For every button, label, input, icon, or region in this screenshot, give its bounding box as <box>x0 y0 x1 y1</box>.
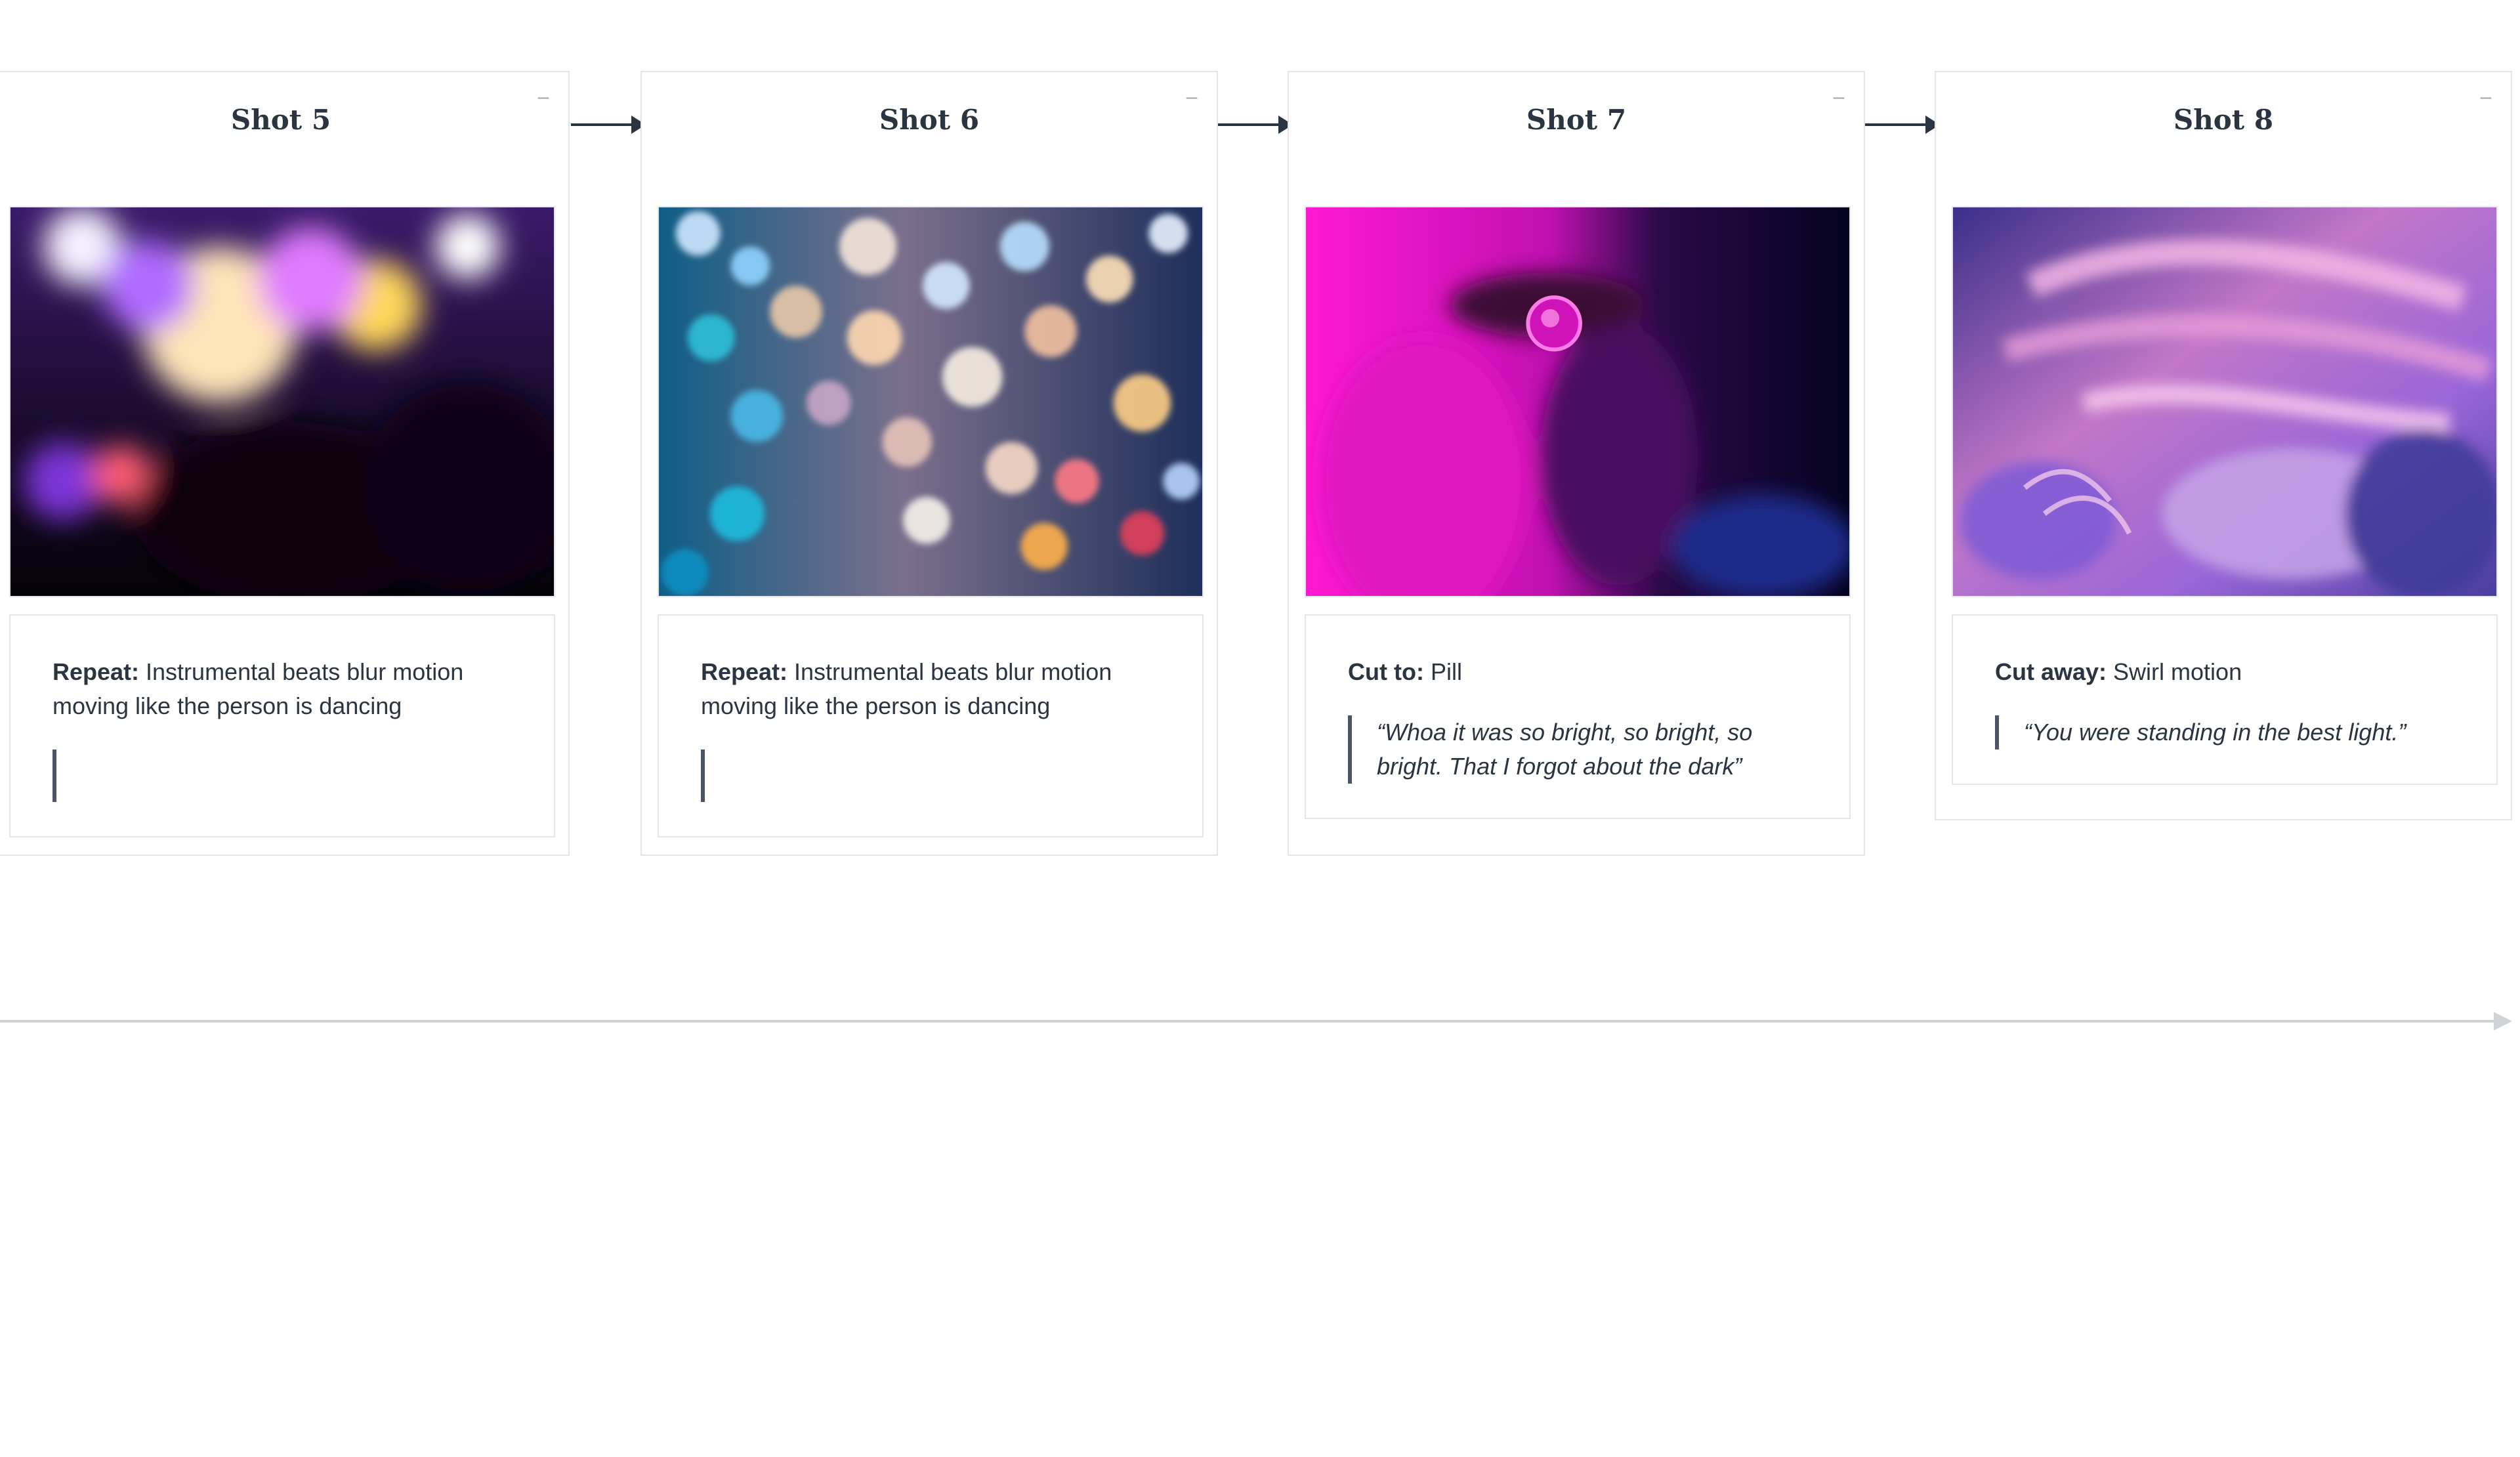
storyboard-canvas: Shot 5 – Repeat: Instrumental beats blur… <box>0 0 2520 1457</box>
dialogue-quote[interactable]: “You were standing in the best light.” <box>1995 715 2454 750</box>
dialogue-quote[interactable] <box>701 750 1160 802</box>
shot-title: Shot 6 <box>879 104 980 136</box>
sequence-arrow <box>571 116 646 134</box>
note-text: Repeat: Instrumental beats blur motion m… <box>701 655 1160 723</box>
note-body: Swirl motion <box>2107 658 2242 685</box>
shot-note[interactable]: Repeat: Instrumental beats blur motion m… <box>658 614 1204 837</box>
shot-note[interactable]: Cut to: Pill “Whoa it was so bright, so … <box>1305 614 1851 819</box>
shot-card-7[interactable]: Shot 7 – Cut to: Pill “Whoa it was so br… <box>1288 71 1865 856</box>
note-label: Repeat: <box>52 658 140 685</box>
note-text: Cut away: Swirl motion <box>1995 655 2454 689</box>
note-body: Pill <box>1423 658 1462 685</box>
sequence-arrow <box>1865 116 1940 134</box>
shot-title: Shot 7 <box>1526 104 1627 136</box>
shot-card-5[interactable]: Shot 5 – Repeat: Instrumental beats blur… <box>0 71 570 856</box>
note-label: Cut away: <box>1995 658 2107 685</box>
colorful-bokeh-image <box>658 206 1204 597</box>
collapse-icon[interactable]: – <box>534 87 553 107</box>
collapse-icon[interactable]: – <box>1830 87 1848 107</box>
note-label: Repeat: <box>701 658 788 685</box>
swirl-motion-image <box>1952 206 2498 597</box>
collapse-icon[interactable]: – <box>2477 87 2495 107</box>
dialogue-quote[interactable] <box>52 750 512 802</box>
shot-card-6[interactable]: Shot 6 – Repeat: Instrumental beats blur… <box>640 71 1218 856</box>
timeline-axis <box>0 1012 2512 1030</box>
shot-card-8[interactable]: Shot 8 – Cut away: Swirl motion “You wer… <box>1935 71 2512 820</box>
note-text: Cut to: Pill <box>1348 655 1807 689</box>
shot-title: Shot 8 <box>2173 104 2274 136</box>
sequence-arrow <box>1218 116 1293 134</box>
crowd-bokeh-image <box>9 206 555 597</box>
shot-note[interactable]: Repeat: Instrumental beats blur motion m… <box>9 614 555 837</box>
collapse-icon[interactable]: – <box>1183 87 1201 107</box>
shot-title: Shot 5 <box>230 104 331 136</box>
shot-note[interactable]: Cut away: Swirl motion “You were standin… <box>1952 614 2498 785</box>
note-label: Cut to: <box>1348 658 1424 685</box>
dialogue-quote[interactable]: “Whoa it was so bright, so bright, so br… <box>1348 715 1807 784</box>
pill-closeup-image <box>1305 206 1851 597</box>
note-text: Repeat: Instrumental beats blur motion m… <box>52 655 512 723</box>
